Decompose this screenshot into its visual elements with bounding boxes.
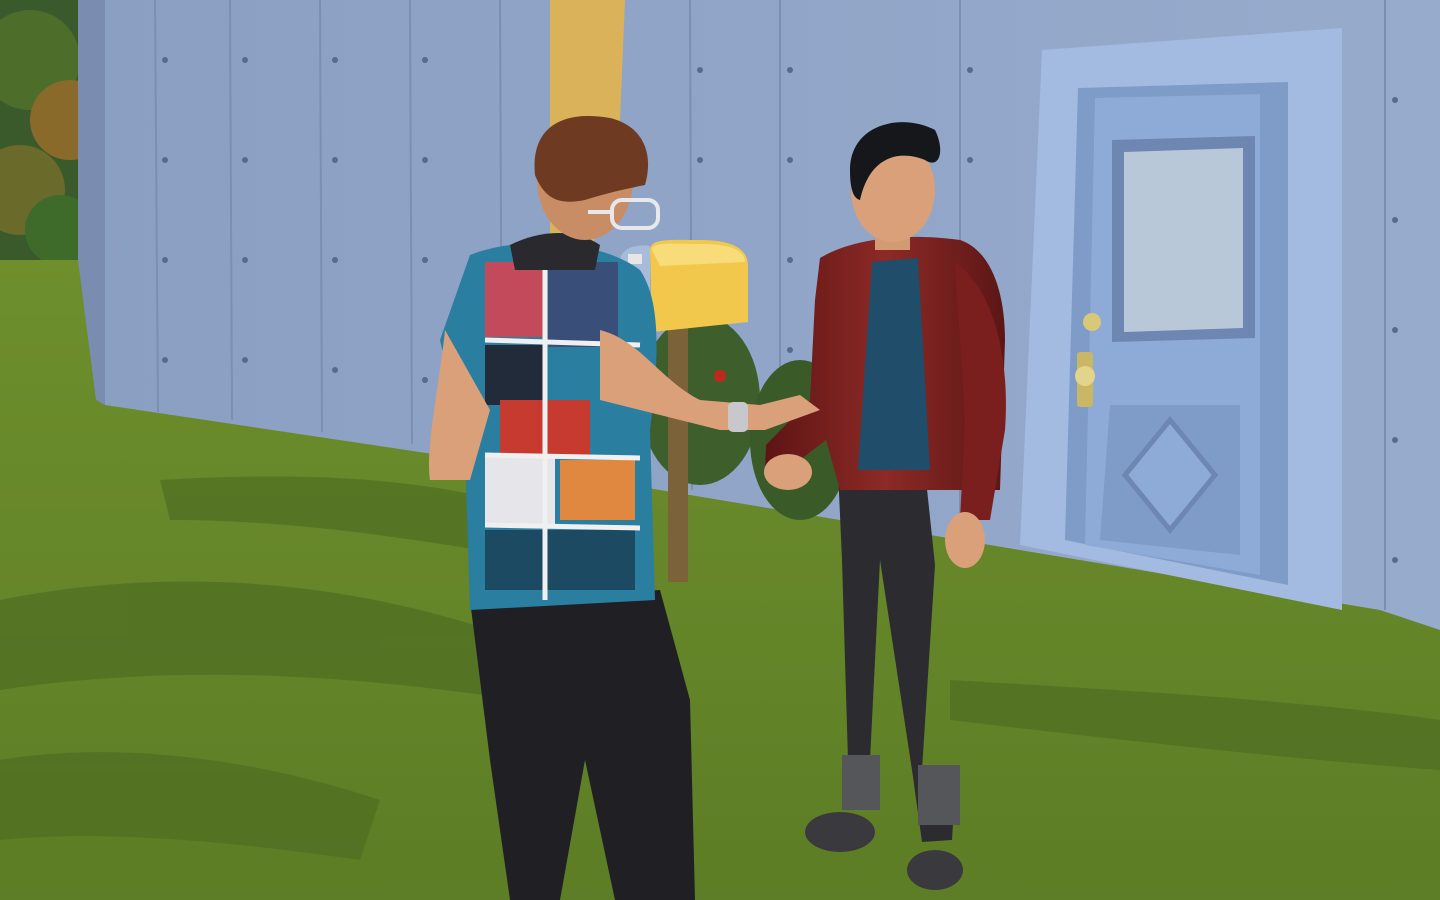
door-knob[interactable]	[1075, 366, 1095, 386]
hand-right	[945, 512, 985, 568]
shoe-left	[805, 812, 875, 852]
scene-canvas	[0, 0, 1440, 900]
hand-left	[764, 454, 812, 490]
mailbox-post	[668, 320, 688, 582]
front-door[interactable]	[1020, 28, 1342, 610]
door-lock	[1083, 313, 1101, 331]
game-viewport[interactable]	[0, 0, 1440, 900]
wristwatch	[728, 402, 748, 432]
shoe-right	[907, 850, 963, 890]
